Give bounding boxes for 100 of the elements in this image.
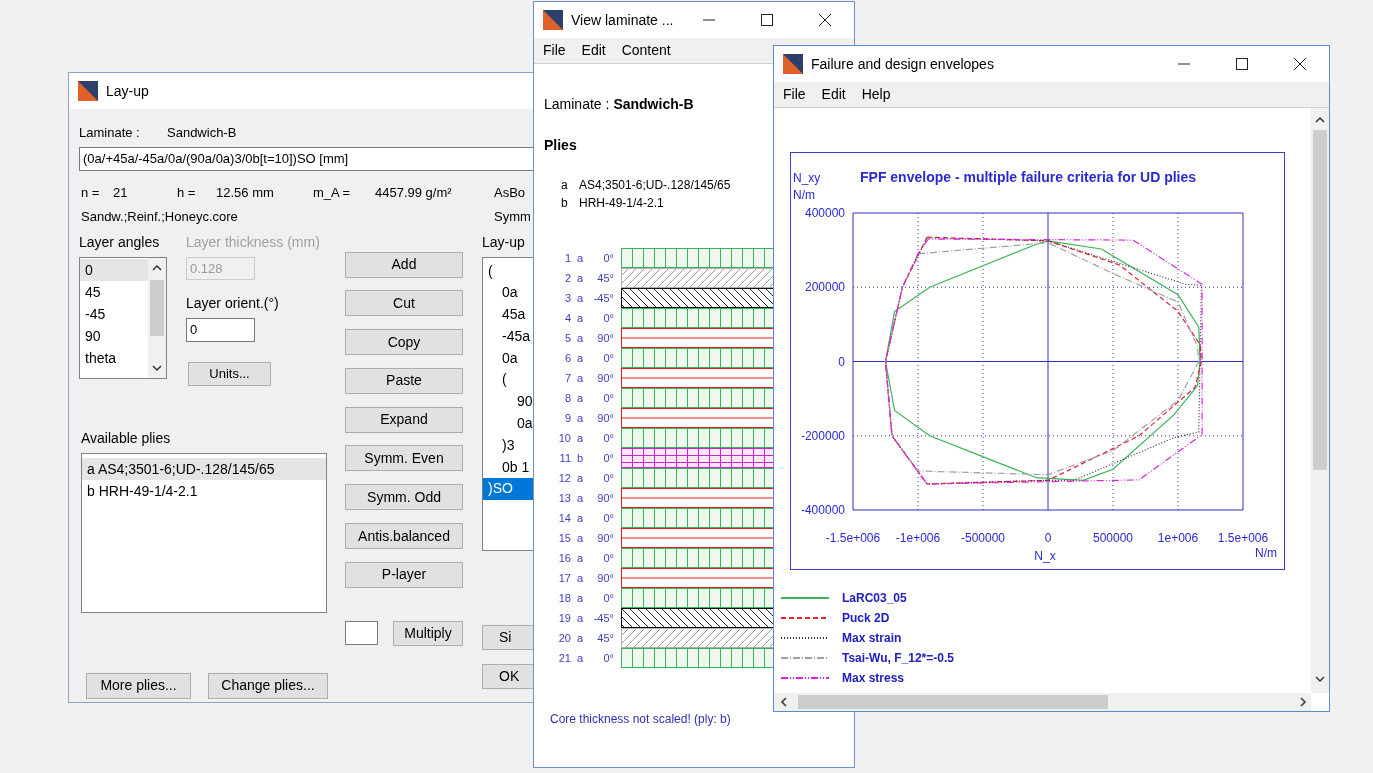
chevron-up-icon[interactable] (152, 263, 162, 272)
ply-key: a (573, 409, 587, 427)
tick-label: 0 (1044, 531, 1052, 545)
ply-angle: 0° (602, 450, 614, 466)
ply-key: a (573, 289, 587, 307)
stat-value: 12.56 mm (216, 183, 275, 202)
ply-angle: 90° (596, 330, 614, 346)
list-item[interactable]: 0 (80, 258, 148, 281)
tick-label: -1.5e+006 (825, 531, 881, 545)
button[interactable]: P-layer (345, 561, 463, 588)
ply-key: a (573, 649, 587, 667)
window-title: Failure and design envelopes (811, 54, 994, 74)
field-label: Laminate : (79, 124, 141, 142)
ply-key: a (573, 549, 587, 567)
ply-number: 12 (557, 470, 571, 486)
button[interactable]: More plies... (86, 672, 191, 699)
tick-label: -1e+006 (895, 531, 941, 545)
menu-item[interactable]: Content (616, 40, 676, 61)
menu-item[interactable]: File (538, 40, 571, 61)
scrollbar[interactable] (774, 693, 1311, 711)
button[interactable]: Expand (345, 406, 463, 433)
ply-angle: 0° (602, 590, 614, 606)
window-title: Lay-up (106, 81, 149, 101)
ply-number: 10 (557, 430, 571, 446)
tick-label: 200000 (804, 280, 845, 295)
ply-key: a (573, 329, 587, 347)
button[interactable]: Antis.balanced (345, 523, 463, 550)
ply-key: a (573, 309, 587, 327)
chevron-left-icon[interactable] (780, 697, 788, 707)
close-icon[interactable] (818, 13, 832, 27)
menu-item[interactable]: Help (856, 84, 896, 105)
app-icon (78, 81, 98, 101)
button[interactable]: Units... (188, 361, 271, 386)
maximize-icon[interactable] (1235, 57, 1249, 71)
chevron-right-icon[interactable] (1299, 697, 1307, 707)
ply-number: 16 (557, 550, 571, 566)
ply-angle: 0° (602, 470, 614, 486)
ply-key: a (573, 509, 587, 527)
ply-key: a (573, 469, 587, 487)
ply-key: a (573, 589, 587, 607)
scrollbar-thumb[interactable] (150, 279, 164, 336)
close-icon[interactable] (1293, 57, 1307, 71)
axis-unit: N/m (793, 188, 815, 202)
button[interactable]: Add (345, 251, 463, 278)
chevron-up-icon[interactable] (1315, 116, 1325, 124)
list-item[interactable]: )SO (483, 478, 533, 501)
button[interactable]: Multiply (393, 620, 463, 646)
ply-number: 2 (563, 270, 571, 286)
button[interactable]: Change plies... (208, 672, 328, 699)
ply-angle: 90° (596, 410, 614, 426)
menu-item[interactable]: File (778, 84, 811, 105)
legend-label: Max stress (842, 670, 905, 687)
ply-number: 9 (563, 410, 571, 426)
axis-label: N_xy (793, 171, 821, 185)
ply-number: 18 (557, 590, 571, 606)
scrollbar-thumb[interactable] (1313, 130, 1327, 470)
ply-angle: 0° (602, 650, 614, 666)
button[interactable]: Symm. Even (345, 445, 463, 472)
section-heading: Plies (544, 136, 578, 155)
ply-number: 17 (557, 570, 571, 586)
button[interactable]: Copy (345, 329, 463, 356)
stat-label: n = (81, 183, 101, 202)
ply-number: 6 (563, 350, 571, 366)
ply-angle: 90° (596, 490, 614, 506)
stat-label: h = (177, 183, 197, 202)
field-label: Layer orient.(°) (186, 293, 279, 313)
ply-number: 1 (563, 250, 571, 266)
ply-key: a (561, 176, 579, 194)
ply-key: b (573, 449, 587, 467)
field-label: Layer angles (79, 232, 161, 252)
tick-label: 1.5e+006 (1217, 531, 1269, 545)
stat-value: 4457.99 g/m² (375, 183, 453, 202)
button[interactable]: Paste (345, 367, 463, 394)
maximize-icon[interactable] (760, 13, 774, 27)
orientation-field[interactable]: 0 (186, 317, 255, 342)
legend-label: Puck 2D (842, 610, 890, 627)
legend-label: Max strain (842, 630, 902, 647)
ply-angle: 45° (596, 270, 614, 286)
scrollbar[interactable] (148, 257, 166, 378)
menu-item[interactable]: Edit (816, 84, 851, 105)
button[interactable]: Si (482, 624, 533, 650)
button[interactable]: Symm. Odd (345, 484, 463, 511)
tick-label: 0 (838, 354, 845, 369)
ply-number: 5 (563, 330, 571, 346)
scrollbar-thumb[interactable] (798, 695, 1108, 709)
chevron-down-icon[interactable] (152, 363, 162, 372)
menu-item[interactable]: Edit (576, 40, 611, 61)
scrollbar[interactable] (1311, 108, 1329, 693)
button[interactable]: Cut (345, 290, 463, 317)
chevron-down-icon[interactable] (1315, 675, 1325, 683)
ply-number: 3 (563, 290, 571, 306)
list-item[interactable]: a AS4;3501-6;UD-.128/145/65 (82, 457, 326, 480)
stat-value: 21 (113, 183, 129, 202)
ply-angle: 0° (602, 310, 614, 326)
layup-code-field[interactable]: (0a/+45a/-45a/0a/(90a/0a)3/0b[t=10])SO [mm] (79, 146, 533, 171)
tick-label: 500000 (1093, 531, 1133, 545)
button[interactable]: OK (482, 663, 533, 689)
ply-angle: 0° (602, 550, 614, 566)
multiplier-field[interactable] (345, 621, 378, 646)
stat-label: m_A = (313, 183, 352, 202)
